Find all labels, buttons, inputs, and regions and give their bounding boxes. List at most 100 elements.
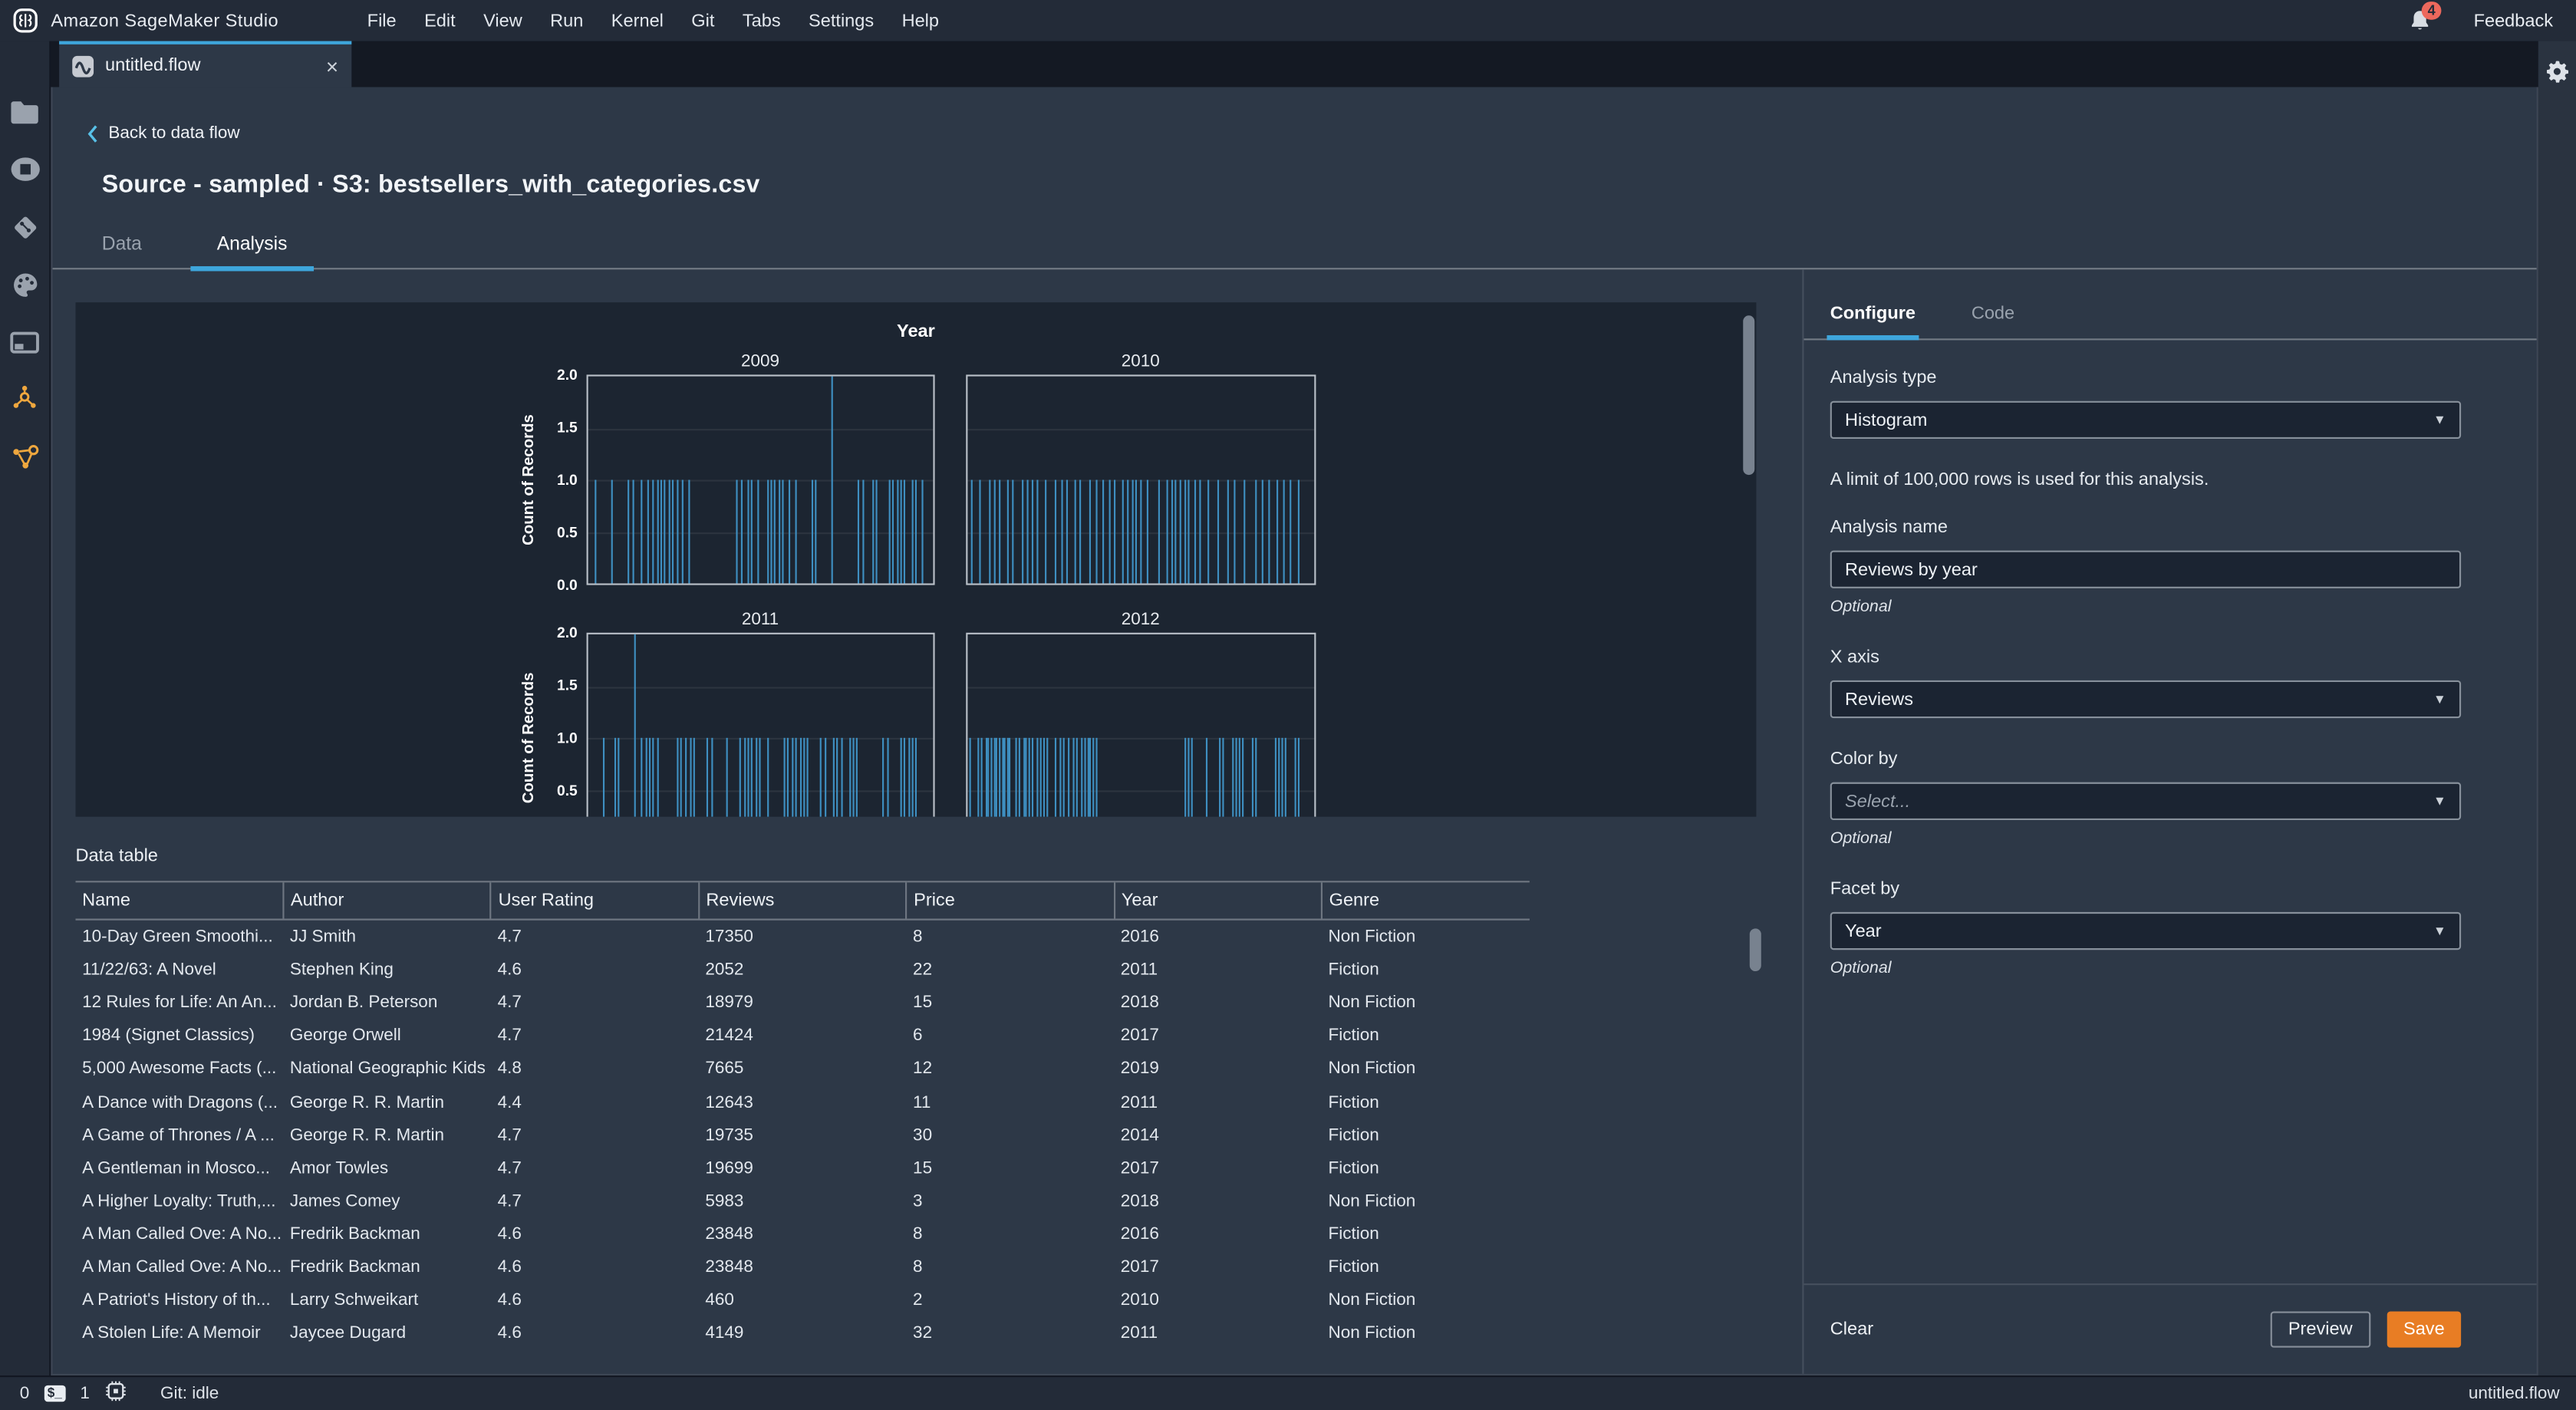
notifications-button[interactable]: 4	[2408, 1, 2443, 34]
menu-item-kernel[interactable]: Kernel	[611, 11, 664, 31]
application-window: Amazon SageMaker Studio File Edit View Run K…	[0, 0, 2576, 1410]
editor-tab-strip: untitled.flow ×	[51, 41, 2538, 87]
flow-editor-content: Back to data flow Source - sampled · S3:…	[51, 87, 2538, 1376]
menu-item-tabs[interactable]: Tabs	[743, 11, 781, 31]
file-browser-icon[interactable]	[8, 95, 41, 128]
table-row[interactable]: 12 Rules for Life: An An... Jordan B. Pet…	[76, 987, 1530, 1020]
column-header-price: Price	[905, 881, 1115, 921]
table-row[interactable]: A Stolen Life: A Memoir Jaycee Dugard 4.6 4…	[76, 1316, 1530, 1349]
facet-label-2011: 2011	[741, 609, 779, 630]
tab-label: untitled.flow	[105, 55, 201, 76]
git-icon[interactable]	[8, 210, 41, 243]
menu-bar: File Edit View Run Kernel Git Tabs Settings Help	[367, 11, 939, 31]
facet-panel-2010	[966, 374, 1316, 585]
color-by-select[interactable]: Select... ▼	[1830, 782, 2462, 820]
table-row[interactable]: 1984 (Signet Classics) George Orwell 4.7 21…	[76, 1020, 1530, 1053]
data-analysis-tabs: Data Analysis	[52, 225, 2537, 272]
table-row[interactable]: A Dance with Dragons (... George R. R. Ma…	[76, 1086, 1530, 1118]
chevron-down-icon: ▼	[2433, 793, 2446, 809]
menu-item-help[interactable]: Help	[902, 11, 939, 31]
y-tick-label: 2.0	[556, 624, 578, 641]
table-row[interactable]: A Higher Loyalty: Truth,... James Comey 4.…	[76, 1184, 1530, 1217]
data-wrangler-flow-icon[interactable]	[8, 440, 41, 473]
facet-panel-2012	[966, 632, 1316, 817]
x-axis-label: X axis	[1830, 647, 1879, 667]
chart-title: Year	[897, 321, 935, 342]
sagemaker-logo-icon	[13, 8, 38, 33]
preview-button[interactable]: Preview	[2270, 1311, 2371, 1348]
kernel-chip-icon[interactable]	[104, 1380, 126, 1406]
y-tick-label: 1.5	[556, 419, 578, 436]
chevron-down-icon: ▼	[2433, 923, 2446, 939]
git-status[interactable]: Git: idle	[160, 1384, 219, 1404]
facet-label-2010: 2010	[1121, 351, 1160, 372]
y-tick-label: 1.5	[556, 677, 578, 694]
tab-code[interactable]: Code	[1972, 304, 2014, 338]
analysis-name-optional: Optional	[1830, 598, 1892, 617]
data-table: Name Author User Rating Reviews Price Year Gen…	[75, 881, 1530, 1349]
tab-untitled-flow[interactable]: untitled.flow ×	[59, 41, 352, 87]
page-title: Source - sampled · S3: bestsellers_with_…	[101, 170, 760, 199]
column-header-year: Year	[1113, 881, 1322, 921]
row-limit-note: A limit of 100,000 rows is used for this…	[1830, 469, 2209, 490]
table-scrollbar[interactable]	[1749, 928, 1761, 972]
menu-item-run[interactable]: Run	[550, 11, 583, 31]
y-tick-label: 1.0	[556, 730, 578, 746]
table-row[interactable]: A Patriot's History of th... Larry Schwei…	[76, 1283, 1530, 1316]
clear-button[interactable]: Clear	[1830, 1319, 1873, 1339]
back-to-data-flow-link[interactable]: Back to data flow	[87, 124, 2537, 143]
facet-by-select[interactable]: Year ▼	[1830, 911, 2462, 950]
running-sessions-icon[interactable]	[8, 153, 41, 186]
tab-close-icon[interactable]: ×	[326, 55, 338, 77]
notification-count-badge: 4	[2421, 1, 2443, 19]
menu-item-view[interactable]: View	[483, 11, 522, 31]
table-row[interactable]: 11/22/63: A Novel Stephen King 4.6 2052 22 20…	[76, 954, 1530, 987]
y-tick-label: 0.0	[556, 576, 578, 594]
flow-file-icon	[72, 54, 94, 77]
tab-data[interactable]: Data	[102, 225, 191, 268]
status-bar: 0 $_ 1 Git: idle untitled.flow	[0, 1375, 2576, 1410]
analysis-type-select[interactable]: Histogram ▼	[1830, 400, 2462, 439]
table-row[interactable]: A Man Called Ove: A No... Fredrik Backman…	[76, 1217, 1530, 1250]
terminal-count: 0	[19, 1383, 30, 1404]
facet-panel-2011	[585, 632, 935, 817]
app-title: Amazon SageMaker Studio	[51, 10, 279, 31]
tab-configure[interactable]: Configure	[1827, 304, 1919, 341]
top-menu-bar: Amazon SageMaker Studio File Edit View Run K…	[0, 0, 2576, 41]
data-table-label: Data table	[75, 846, 158, 866]
column-header-author: Author	[282, 881, 492, 921]
kernel-count: 1	[80, 1383, 90, 1404]
menu-item-settings[interactable]: Settings	[809, 11, 874, 31]
chevron-down-icon: ▼	[2433, 691, 2446, 707]
analysis-name-input[interactable]: Reviews by year	[1830, 550, 2462, 588]
settings-side-strip	[2538, 41, 2576, 1376]
menu-item-edit[interactable]: Edit	[424, 11, 456, 31]
open-tabs-icon[interactable]	[8, 325, 41, 358]
facet-label-2009: 2009	[740, 351, 780, 372]
table-row[interactable]: A Game of Thrones / A ... George R. R. Ma…	[76, 1118, 1530, 1151]
y-tick-label: 1.0	[556, 471, 578, 489]
facet-label-2012: 2012	[1121, 609, 1160, 630]
save-button[interactable]: Save	[2387, 1311, 2462, 1348]
table-row[interactable]: A Man Called Ove: A No... Fredrik Backman…	[76, 1250, 1530, 1283]
table-row[interactable]: 10-Day Green Smoothi... JJ Smith 4.7 17350 8…	[76, 920, 1530, 954]
terminal-icon[interactable]: $_	[44, 1385, 66, 1403]
analysis-name-label: Analysis name	[1830, 517, 1948, 538]
y-axis-title: Count of Records	[519, 414, 538, 545]
x-axis-select[interactable]: Reviews ▼	[1830, 680, 2462, 719]
y-tick-label: 0.5	[556, 782, 578, 799]
menu-item-file[interactable]: File	[367, 11, 397, 31]
analysis-type-label: Analysis type	[1830, 367, 1937, 388]
chart-scrollbar[interactable]	[1743, 315, 1755, 476]
chevron-left-icon	[87, 124, 97, 142]
experiments-icon[interactable]	[8, 383, 41, 416]
facet-by-label: Facet by	[1830, 879, 1900, 899]
feedback-link[interactable]: Feedback	[2474, 11, 2553, 31]
tab-analysis[interactable]: Analysis	[190, 225, 314, 272]
gear-icon[interactable]	[2545, 59, 2569, 92]
column-header-name: Name	[75, 881, 284, 921]
commands-palette-icon[interactable]	[8, 268, 41, 301]
menu-item-git[interactable]: Git	[691, 11, 714, 31]
table-row[interactable]: A Gentleman in Mosco... Amor Towles 4.7 196…	[76, 1151, 1530, 1184]
table-row[interactable]: 5,000 Awesome Facts (... National Geograp…	[76, 1053, 1530, 1086]
